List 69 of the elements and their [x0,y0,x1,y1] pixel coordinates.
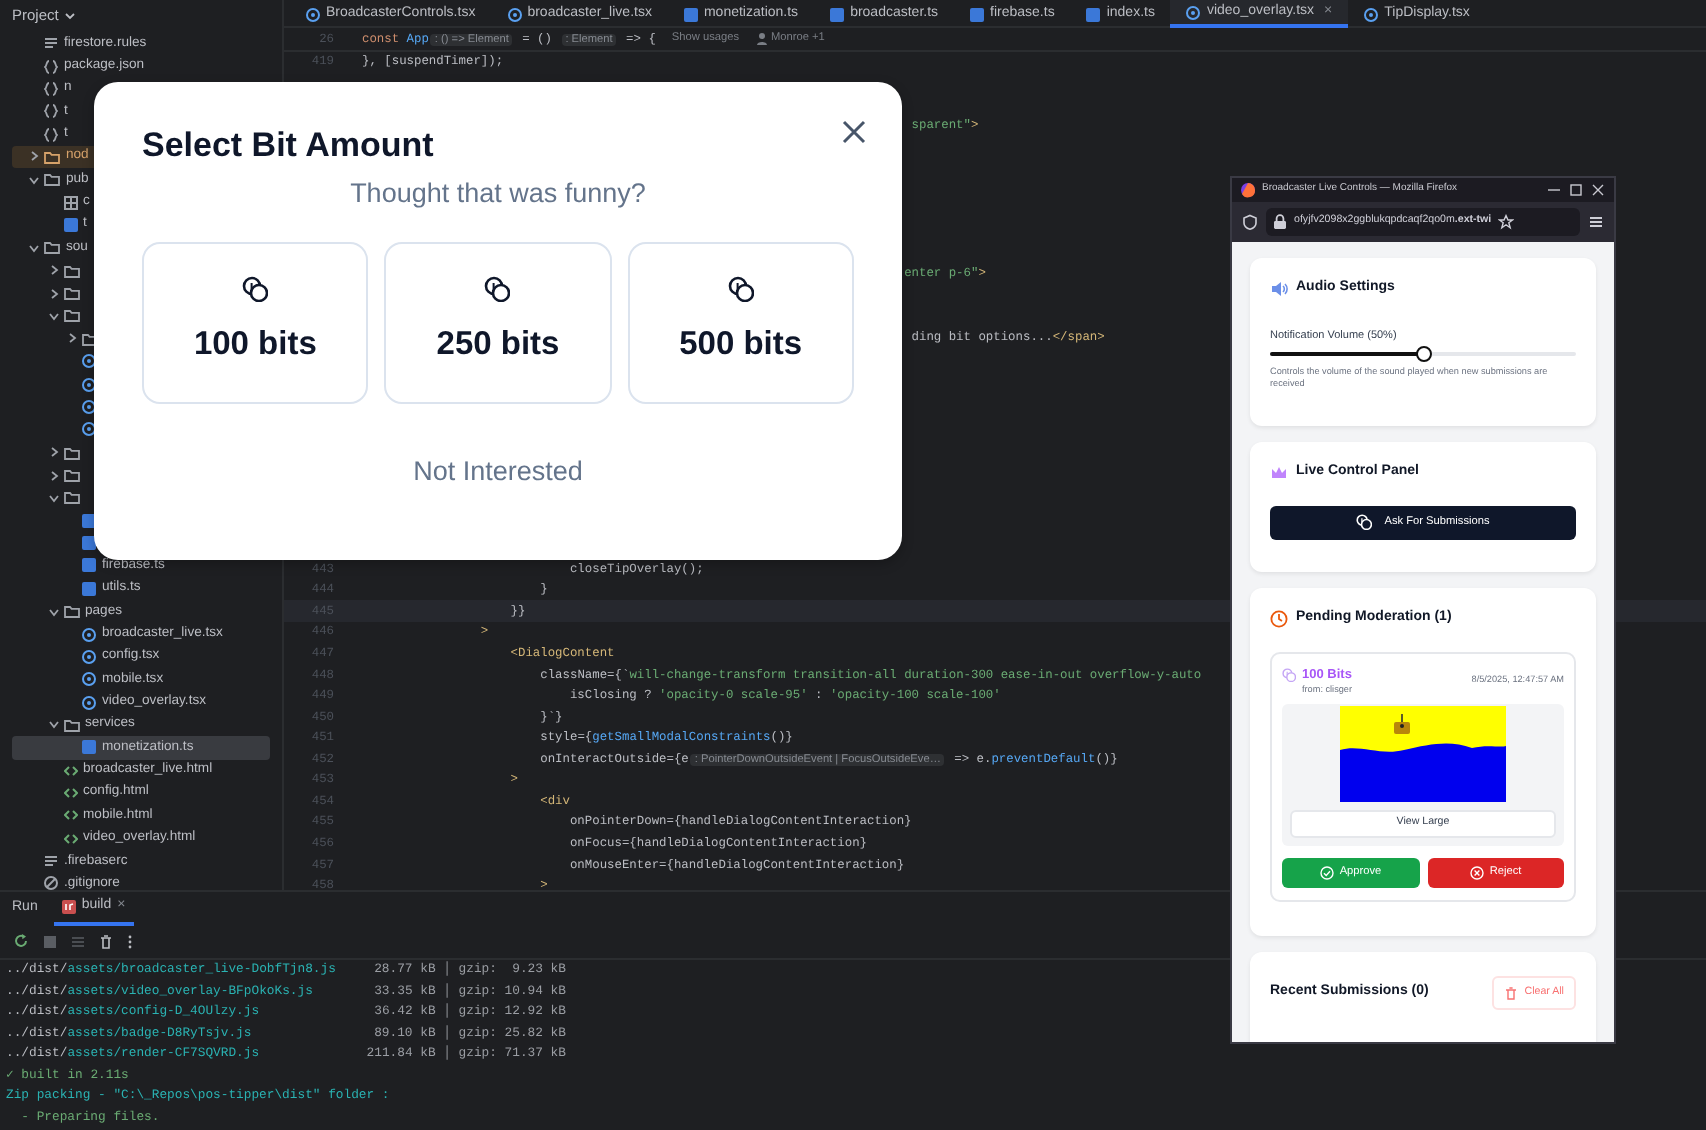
star-icon[interactable] [1497,214,1514,230]
build-icon [61,900,76,914]
chevron-icon[interactable] [64,10,77,22]
grid-icon [63,195,77,210]
lock-icon [1272,214,1288,230]
menu-icon[interactable] [1588,214,1604,230]
rerun-icon[interactable] [14,934,30,950]
code-brackets-icon [63,786,77,801]
browser-logo-icon [1240,182,1256,198]
coins-icon [727,275,754,302]
chevron-icon[interactable] [47,309,59,322]
shield-icon[interactable] [1242,214,1258,230]
chevron-icon[interactable] [66,332,78,345]
atom-icon [1364,7,1379,21]
braces-icon [44,127,58,142]
file-icon [683,7,698,21]
chevron-icon[interactable] [47,718,59,731]
slider-thumb[interactable] [1415,345,1431,362]
chevron-icon[interactable] [47,264,59,277]
chevron-icon[interactable] [28,150,40,163]
coins-icon [1282,667,1296,682]
braces-icon [44,81,58,96]
code-brackets-icon [63,831,77,846]
atom-icon [507,7,522,21]
coins-icon [242,275,269,302]
coins-icon [484,275,511,302]
x-circle-icon [1469,866,1484,881]
chevron-icon[interactable] [47,469,59,481]
list-icon [44,854,58,869]
dialog-subtitle: Thought that was funny? [348,176,648,213]
trash-icon [1504,986,1519,1000]
bit-option-button[interactable]: 250 bits [384,241,612,404]
file-icon [970,7,985,21]
speaker-icon [1270,279,1288,298]
file-icon [82,740,96,755]
atom-icon [306,7,320,21]
chevron-icon[interactable] [28,173,40,186]
chevron-icon[interactable] [47,605,59,618]
file-icon [830,7,845,21]
list-icon [44,36,58,51]
chevron-icon[interactable] [47,491,59,504]
braces-icon [44,59,58,74]
folder-icon [63,604,79,619]
stop-icon[interactable] [42,934,58,950]
dismiss-link[interactable]: Not Interested [401,449,595,494]
crown-icon [1270,463,1288,482]
volume-slider[interactable] [1270,351,1576,356]
file-icon [1086,7,1101,21]
close-icon[interactable] [842,120,866,144]
blocked-file-icon [44,876,58,890]
check-circle-icon [1319,866,1334,881]
person-icon [755,31,768,46]
dialog-title: Select Bit Amount [142,126,436,167]
chevron-icon[interactable] [47,287,59,300]
trash-icon[interactable] [98,934,114,950]
atom-icon [1186,5,1201,19]
more-icon[interactable] [126,934,134,950]
code-brackets-icon [63,808,77,823]
coins-icon [1356,514,1373,530]
code-brackets-icon [63,763,77,778]
bit-option-button[interactable]: 100 bits [142,241,369,404]
chevron-icon[interactable] [28,241,40,254]
clock-icon [1270,609,1288,628]
maximize-icon[interactable] [1568,182,1584,198]
folder-icon [63,717,79,732]
chevron-icon[interactable] [47,446,59,459]
file-icon [63,218,77,233]
bit-option-button[interactable]: 500 bits [627,241,854,404]
braces-icon [44,104,58,119]
